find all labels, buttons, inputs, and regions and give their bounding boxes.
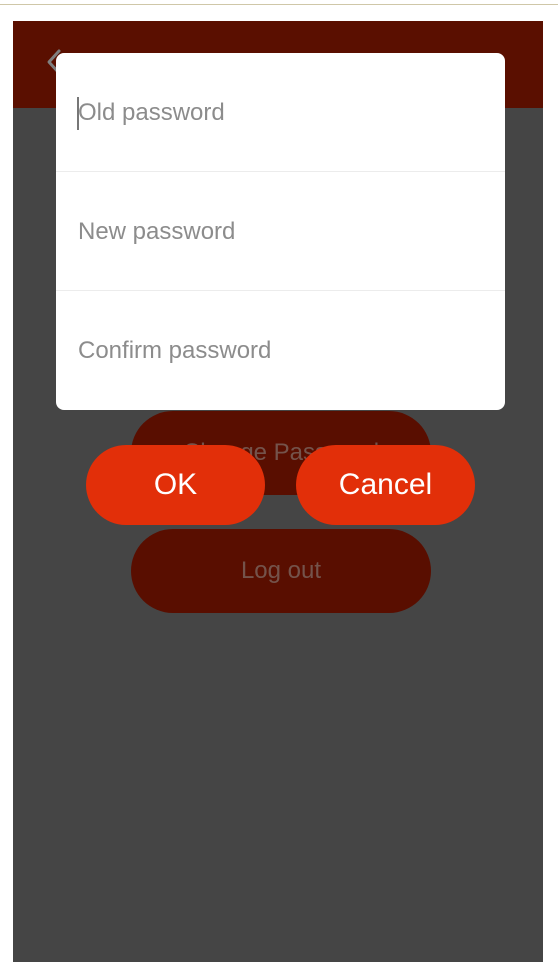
new-password-row [56, 172, 505, 291]
screenshot-frame: Change Password Log out OK Cancel [0, 0, 558, 962]
new-password-field[interactable] [78, 214, 478, 250]
cancel-button[interactable]: Cancel [296, 445, 475, 525]
phone-screen: Change Password Log out OK Cancel [13, 21, 543, 962]
cancel-label: Cancel [338, 468, 433, 501]
confirm-password-row [56, 291, 505, 410]
ok-label: OK [153, 468, 198, 501]
old-password-row [56, 53, 505, 172]
ok-button[interactable]: OK [86, 445, 265, 525]
change-password-dialog [56, 53, 505, 410]
frame-divider [0, 4, 558, 5]
text-cursor [77, 97, 79, 130]
confirm-password-field[interactable] [78, 333, 478, 369]
old-password-field[interactable] [78, 95, 478, 131]
